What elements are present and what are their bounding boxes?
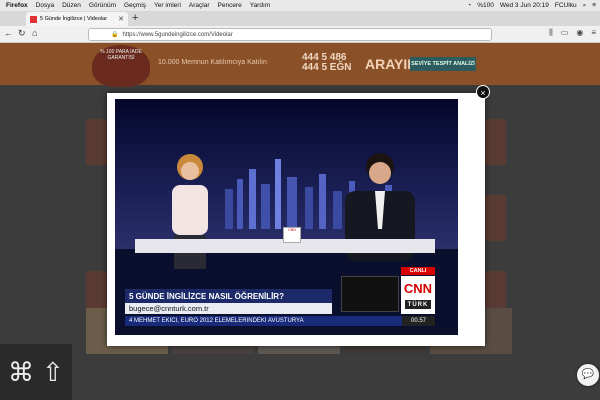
- channel-name: CNN: [403, 281, 433, 296]
- channel-logo: CNN TÜRK: [401, 276, 435, 314]
- sidebar-icon[interactable]: ▭: [561, 28, 569, 38]
- menu-yardim[interactable]: Yardım: [250, 2, 270, 9]
- news-ticker: 4 MEHMET EKICI, EURO 2012 ELEMELERINDEKI…: [125, 316, 402, 326]
- menu-pencere[interactable]: Pencere: [218, 2, 242, 9]
- home-icon[interactable]: ⌂: [32, 28, 37, 38]
- tab-title: 5 Günde İngilizce | Videolar: [40, 16, 108, 22]
- lock-icon: 🔒: [111, 32, 119, 38]
- video-thumbnail[interactable]: [484, 119, 506, 165]
- video-player[interactable]: CNN CANLI CNN TÜRK 5 GÜNDE İNGİLİZCE NAS…: [115, 99, 458, 335]
- url-bar[interactable]: 🔒 https://www.5gundeingilizce.com/Videol…: [88, 28, 492, 41]
- new-tab-button[interactable]: +: [132, 11, 138, 26]
- back-arrow-icon[interactable]: ←: [4, 28, 13, 38]
- spotlight-icon[interactable]: ⌕: [583, 2, 587, 10]
- site-favicon-icon: [30, 15, 37, 23]
- wifi-icon[interactable]: ◔: [467, 2, 471, 9]
- tab-active[interactable]: 5 Günde İngilizce | Videolar ✕: [26, 12, 128, 26]
- video-thumbnail[interactable]: [86, 119, 108, 165]
- money-back-badge: % 100 PARA İADE GARANTİSİ: [92, 45, 150, 87]
- chat-bubble-icon[interactable]: 💬: [575, 362, 600, 388]
- battery-level[interactable]: %100: [477, 2, 494, 9]
- tab-close-icon[interactable]: ✕: [118, 15, 124, 23]
- live-badge: CANLI: [401, 267, 435, 275]
- menu-yer-imleri[interactable]: Yer imleri: [154, 2, 181, 9]
- menu-dosya[interactable]: Dosya: [36, 2, 54, 9]
- header-tagline: 10.000 Memnun Katılımcıya Katılın: [158, 59, 267, 66]
- cnn-mug: CNN: [283, 227, 301, 243]
- navigation-toolbar: ← ↻ ⌂ 🔒 https://www.5gundeingilizce.com/…: [0, 26, 600, 43]
- reload-icon[interactable]: ↻: [18, 28, 26, 39]
- menu-gorunum[interactable]: Görünüm: [89, 2, 116, 9]
- shift-key-icon: ⇧: [42, 356, 64, 387]
- account-icon[interactable]: ◉: [576, 28, 583, 38]
- lower-third-title: 5 GÜNDE İNGİLİZCE NASIL ÖĞRENİLİR?: [125, 289, 332, 303]
- command-key-icon: ⌘: [8, 356, 34, 387]
- video-thumbnail[interactable]: [484, 195, 506, 241]
- studio-monitor: [341, 276, 399, 312]
- close-lightbox-button[interactable]: ×: [476, 85, 490, 99]
- tab-strip: 5 Günde İngilizce | Videolar ✕: [0, 11, 600, 26]
- menu-duzen[interactable]: Düzen: [62, 2, 81, 9]
- site-header: % 100 PARA İADE GARANTİSİ 10.000 Memnun …: [0, 43, 600, 87]
- menu-list-icon[interactable]: ≡: [592, 2, 596, 9]
- menubar-app-name[interactable]: Firefox: [6, 2, 28, 9]
- phone-number[interactable]: 444 5 486 444 5 EĞN: [302, 53, 351, 73]
- macos-menubar: Firefox Dosya Düzen Görünüm Geçmiş Yer i…: [0, 0, 600, 11]
- channel-sub: TÜRK: [405, 300, 431, 309]
- ticker-time: 00.57: [402, 316, 435, 326]
- user-name[interactable]: FCUlku: [555, 2, 577, 9]
- url-text[interactable]: https://www.5gundeingilizce.com/Videolar: [122, 32, 232, 38]
- toolbar-right-icons: ⫼ ▭ ◉ ≡: [549, 28, 596, 38]
- library-icon[interactable]: ⫼: [549, 28, 553, 38]
- host-man-figure: [345, 153, 415, 261]
- phone-line-2: 444 5 EĞN: [302, 62, 352, 73]
- keyboard-overlay: ⌘ ⇧: [0, 344, 72, 400]
- menubar-status-area: ◔ %100 Wed 3 Jun 20:19 FCUlku ⌕ ≡: [467, 0, 596, 11]
- menu-gecmis[interactable]: Geçmiş: [124, 2, 146, 9]
- lower-third-email: bugece@cnnturk.com.tr: [125, 303, 332, 314]
- clock[interactable]: Wed 3 Jun 20:19: [500, 2, 549, 9]
- level-test-button[interactable]: SEVİYE TESPİT ANALİZİ: [410, 57, 476, 71]
- menu-icon[interactable]: ≡: [591, 28, 596, 38]
- menu-araclar[interactable]: Araçlar: [189, 2, 210, 9]
